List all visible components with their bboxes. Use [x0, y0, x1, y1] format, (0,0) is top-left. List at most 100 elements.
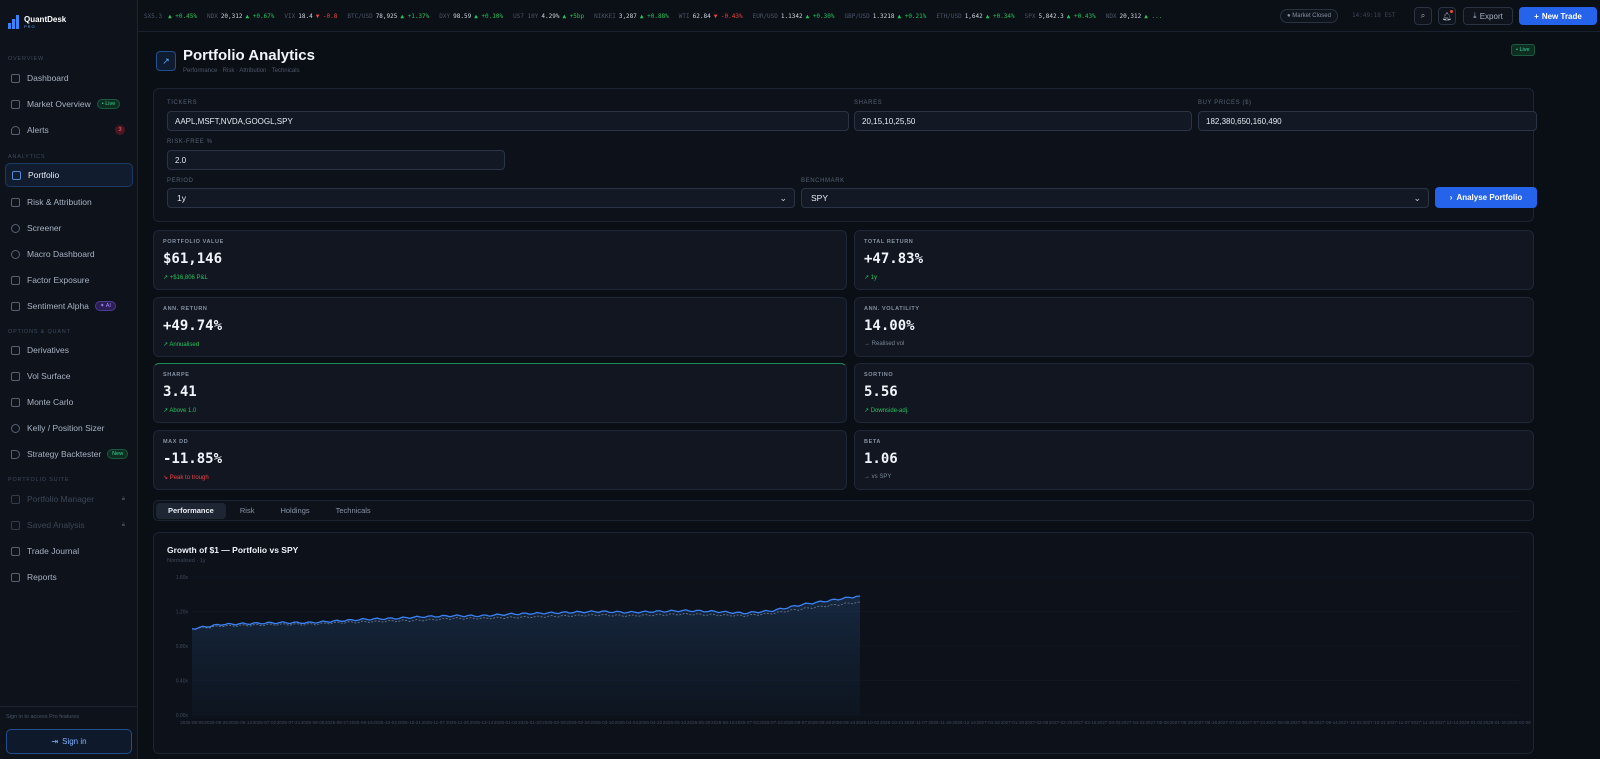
x-tick-label: 2027-12-14	[1435, 720, 1459, 725]
brand-name: QuantDesk	[24, 15, 67, 24]
tab-holdings[interactable]: Holdings	[268, 503, 321, 519]
chart-subtitle: Normalised · 1y	[167, 558, 206, 564]
shares-input[interactable]: 20,15,10,25,50	[854, 111, 1192, 131]
period-label: PERIOD	[167, 178, 194, 184]
logo[interactable]: QuantDesk PRO	[8, 10, 66, 34]
x-tick-label: 2028-01-02	[1459, 720, 1483, 725]
metric-label: ANN. VOLATILITY	[864, 306, 920, 312]
sidebar-item-macro-dashboard[interactable]: Macro Dashboard	[5, 242, 133, 266]
metric-sub: ↗ Annualised	[163, 342, 200, 348]
x-tick-label: 2025-09-15	[349, 720, 373, 725]
x-tick-label: 2026-10-02	[856, 720, 880, 725]
metric-card: BETA 1.06 → vs SPY	[854, 430, 1534, 490]
sidebar-item-dashboard[interactable]: Dashboard	[5, 66, 133, 90]
tab-technicals[interactable]: Technicals	[324, 503, 383, 519]
sidebar-item-alerts[interactable]: Alerts 3	[5, 118, 133, 142]
page-title: Portfolio Analytics	[183, 47, 315, 64]
metric-value: 1.06	[864, 451, 898, 467]
shares-label: SHARES	[854, 100, 883, 106]
sidebar-item-monte-carlo[interactable]: Monte Carlo	[5, 390, 133, 414]
ticker-sym: US7 10Y	[513, 12, 539, 20]
ticker-sym: ETH/USD	[936, 12, 962, 20]
x-tick-label: 2027-11-26	[1411, 720, 1435, 725]
analyse-portfolio-button[interactable]: › Analyse Portfolio	[1435, 187, 1537, 208]
x-tick-label: 2026-02-26	[566, 720, 590, 725]
sidebar-item-saved-analysis[interactable]: Saved Analysis 🔒︎	[5, 513, 133, 537]
x-tick-label: 2027-01-02	[976, 720, 1000, 725]
sidebar-item-label: Vol Surface	[27, 371, 71, 381]
metric-label: SORTINO	[864, 372, 894, 378]
live-badge: • Live	[96, 99, 121, 109]
sidebar-item-trade-journal[interactable]: Trade Journal	[5, 539, 133, 563]
ticker-tape: SX5.3 ▲ +0.45% NDX 20,312 ▲ +0.67% VIX 18.4 ▼ -…	[144, 0, 1404, 32]
y-tick-label: 0.40x	[176, 679, 189, 685]
sidebar-item-factor-exposure[interactable]: Factor Exposure	[5, 268, 133, 292]
x-tick-label: 2026-04-04	[615, 720, 639, 725]
sidebar-item-sentiment-alpha[interactable]: Sentiment Alpha ✦ AI	[5, 294, 133, 318]
sidebar-item-label: Screener	[27, 223, 62, 233]
x-tick-label: 2027-07-03	[1218, 720, 1242, 725]
signin-button[interactable]: ⇥ Sign in	[6, 729, 132, 754]
ticker-item: VIX 18.4 ▼ -0.8	[284, 13, 337, 20]
sidebar-item-kelly-position-sizer[interactable]: Kelly / Position Sizer	[5, 416, 133, 440]
ticker-chg: ▲ +0.45%	[168, 12, 197, 20]
risk-free-input[interactable]: 2.0	[167, 150, 505, 170]
export-button[interactable]: ⤓ Export	[1463, 7, 1513, 25]
ticker-item: NDX 20,312 ▲ ...	[1106, 13, 1163, 20]
ticker-sym: BTC/USD	[347, 12, 373, 20]
metric-sub: ↗ Downside-adj.	[864, 408, 909, 414]
ticker-sym: SPX	[1024, 12, 1036, 20]
sidebar: QuantDesk PRO OVERVIEW Dashboard Market …	[0, 0, 138, 759]
download-icon: ⤓	[1473, 11, 1477, 20]
x-tick-label: 2027-11-07	[1387, 720, 1411, 725]
buy-prices-input[interactable]: 182,380,650,160,490	[1198, 111, 1537, 131]
sidebar-item-portfolio[interactable]: Portfolio	[5, 163, 133, 187]
new-trade-button[interactable]: + New Trade	[1519, 7, 1597, 25]
metric-sub: → Realised vol	[864, 341, 905, 347]
metric-card: SORTINO 5.56 ↗ Downside-adj.	[854, 363, 1534, 423]
ticker-item: BTC/USD 78,925 ▲ +1.37%	[347, 13, 429, 20]
sidebar-item-label: Sentiment Alpha	[27, 301, 89, 311]
notifications-button[interactable]: 🔔︎	[1438, 7, 1456, 25]
new-badge: New	[107, 449, 129, 459]
metric-label: SHARPE	[163, 372, 190, 378]
ticker-sym: GBP/USD	[844, 12, 870, 20]
x-tick-label: 2025-12-14	[470, 720, 494, 725]
sidebar-item-reports[interactable]: Reports	[5, 565, 133, 589]
x-tick-label: 2026-01-20	[518, 720, 542, 725]
tab-risk[interactable]: Risk	[228, 503, 267, 519]
metric-card: TOTAL RETURN +47.83% ↗ 1y	[854, 230, 1534, 290]
search-button[interactable]: ⌕	[1414, 7, 1432, 25]
x-tick-label: 2027-08-08	[1266, 720, 1290, 725]
sidebar-item-screener[interactable]: Screener	[5, 216, 133, 240]
x-tick-label: 2026-02-08	[542, 720, 566, 725]
sidebar-item-strategy-backtester[interactable]: Strategy Backtester New	[5, 442, 133, 466]
sidebar-item-vol-surface[interactable]: Vol Surface	[5, 364, 133, 388]
live-badge: • Live	[1511, 44, 1535, 56]
sidebar-item-risk-attribution[interactable]: Risk & Attribution	[5, 190, 133, 214]
tab-performance[interactable]: Performance	[156, 502, 226, 519]
sidebar-item-portfolio-manager[interactable]: Portfolio Manager 🔒︎	[5, 487, 133, 511]
x-tick-label: 2025-08-08	[301, 720, 325, 725]
sidebar-item-label: Strategy Backtester	[27, 449, 102, 459]
tickers-input[interactable]: AAPL,MSFT,NVDA,GOOGL,SPY	[167, 111, 849, 131]
new-trade-label: New Trade	[1541, 11, 1582, 21]
x-tick-label: 2026-04-22	[639, 720, 663, 725]
ticker-sym: NDX	[206, 12, 218, 20]
benchmark-select[interactable]: SPY ⌄	[801, 188, 1429, 208]
metric-card: ANN. RETURN +49.74% ↗ Annualised	[153, 297, 847, 357]
sidebar-item-market-overview[interactable]: Market Overview • Live	[5, 92, 133, 116]
metric-sub: ↗ 1y	[864, 275, 878, 281]
ticker-item: NDX 20,312 ▲ +0.67%	[207, 13, 274, 20]
period-select[interactable]: 1y ⌄	[167, 188, 795, 208]
ticker-sym: DXY	[439, 12, 451, 20]
alerts-count-badge: 3	[115, 125, 125, 135]
sidebar-item-derivatives[interactable]: Derivatives	[5, 338, 133, 362]
ticker-item: GBP/USD 1.3218 ▲ +0.21%	[845, 13, 927, 20]
x-tick-label: 2028-02-08	[1507, 720, 1531, 725]
chevron-down-icon: ⌄	[779, 193, 787, 203]
ticker-sym: SX5.3	[144, 12, 163, 20]
metric-label: PORTFOLIO VALUE	[163, 239, 224, 245]
ticker-item: ETH/USD 1,642 ▲ +0.34%	[936, 13, 1014, 20]
search-icon: ⌕	[1420, 11, 1426, 20]
